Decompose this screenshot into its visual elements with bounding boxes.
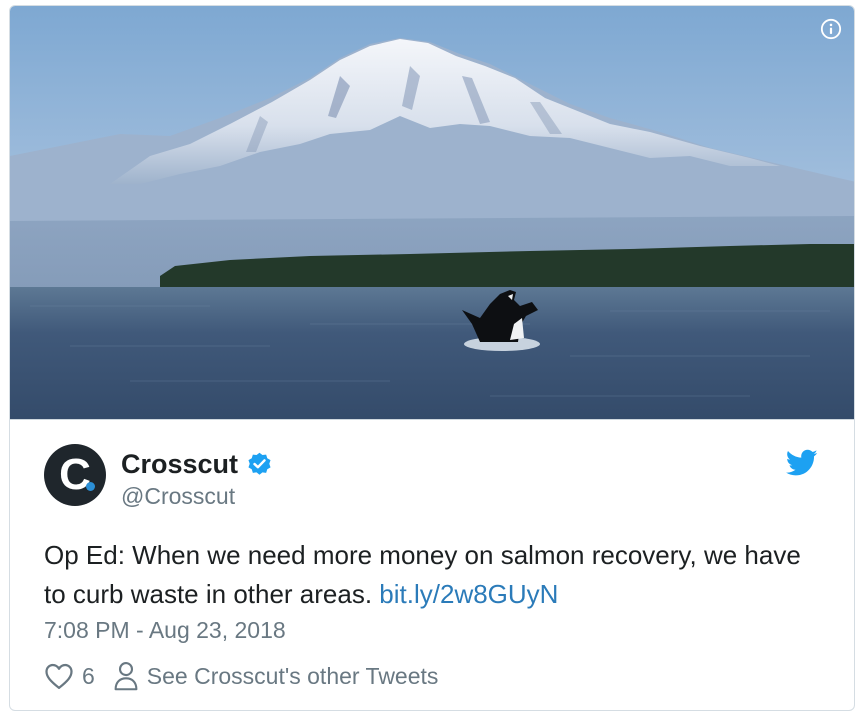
avatar[interactable]: C (44, 444, 106, 506)
twitter-bird-icon[interactable] (786, 449, 818, 477)
avatar-letter: C (59, 450, 91, 499)
tweet-card[interactable]: C Crosscut @Crosscut Op Ed: When we need… (9, 5, 855, 711)
author-display-name[interactable]: Crosscut (121, 449, 238, 480)
see-other-tweets-link[interactable]: See Crosscut's other Tweets (113, 661, 439, 691)
avatar-dot (86, 482, 95, 491)
verified-badge-icon (248, 452, 271, 475)
tweet-timestamp[interactable]: 7:08 PM - Aug 23, 2018 (44, 617, 286, 644)
see-other-tweets-label: See Crosscut's other Tweets (146, 662, 439, 689)
like-button[interactable]: 6 (44, 662, 95, 690)
tweet-photo[interactable] (10, 6, 854, 419)
media-divider (10, 419, 854, 420)
author-name-row: Crosscut (121, 449, 273, 480)
mountain-orca-photo (10, 6, 854, 419)
like-count: 6 (82, 662, 95, 689)
person-icon (114, 662, 138, 691)
tweet-link[interactable]: bit.ly/2w8GUyN (379, 579, 558, 609)
info-icon[interactable] (820, 18, 842, 40)
tweet-text: Op Ed: When we need more money on salmon… (44, 536, 824, 614)
tweet-actions: 6 See Crosscut's other Tweets (44, 658, 438, 694)
heart-icon (45, 663, 73, 689)
author-handle[interactable]: @Crosscut (121, 483, 235, 510)
